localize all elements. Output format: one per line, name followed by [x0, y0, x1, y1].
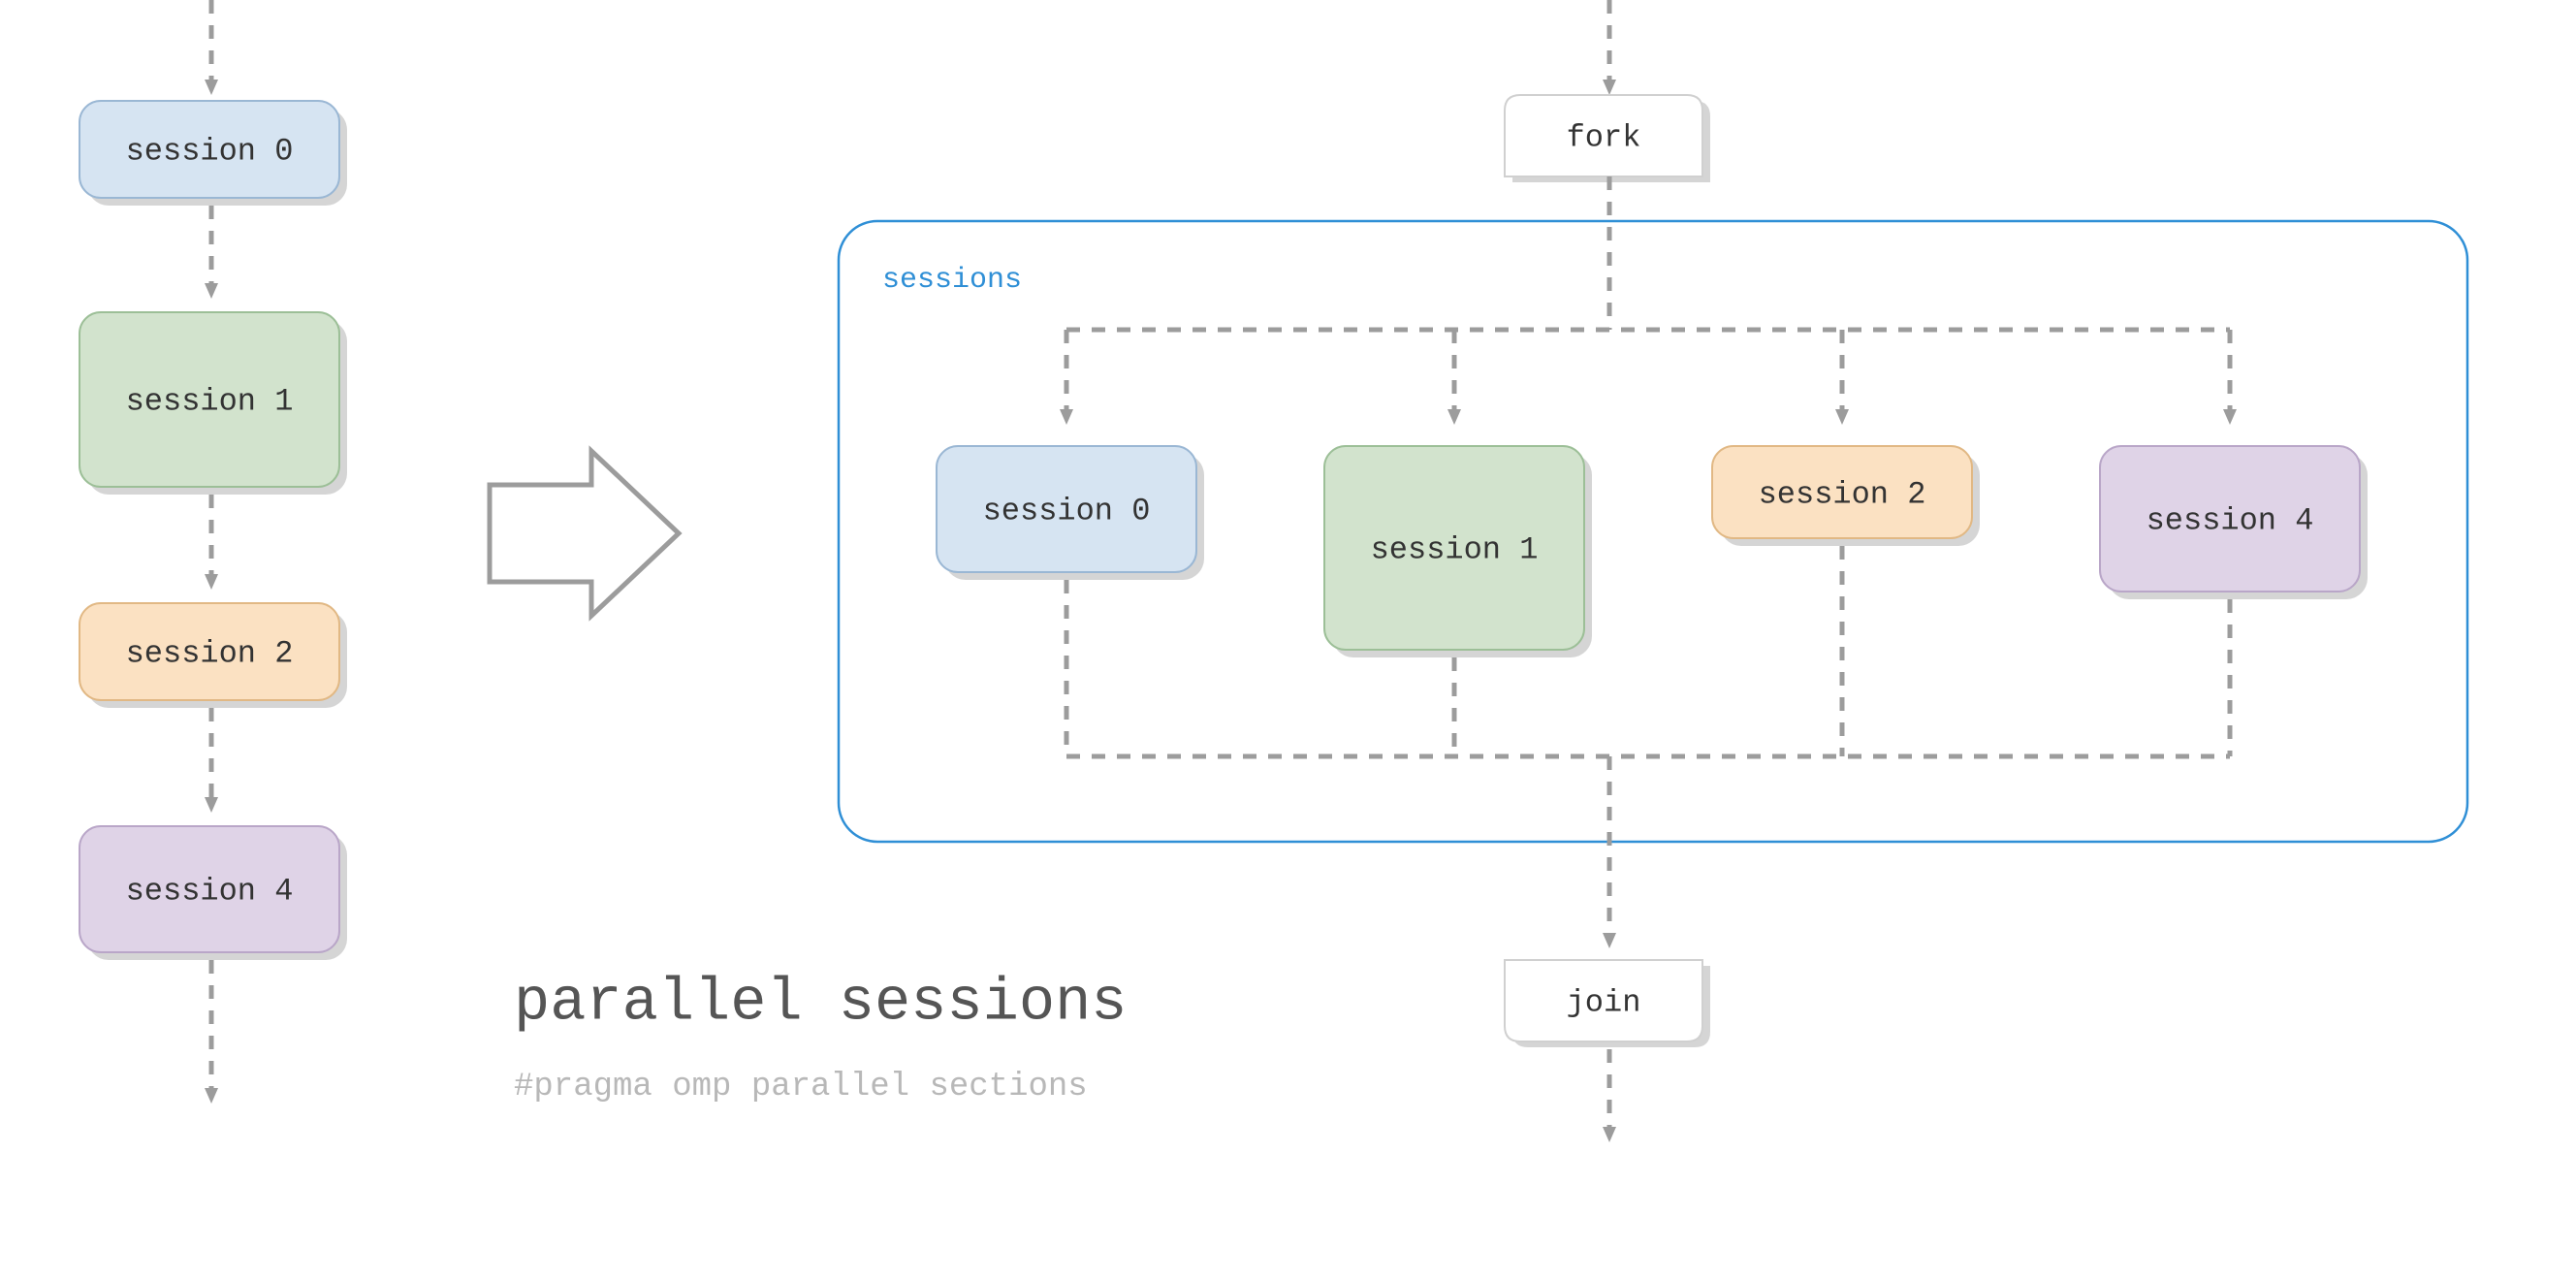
seq-session-1: session 1 — [80, 312, 347, 495]
par-session-4-label: session 4 — [2147, 502, 2314, 538]
diagram-title: parallel sessions — [514, 968, 1128, 1037]
par-session-2: session 2 — [1712, 446, 1980, 546]
parallel-sessions-diagram: session 0 session 1 session 2 session 4 — [0, 0, 2576, 1281]
join-node: join — [1505, 960, 1710, 1047]
seq-session-4: session 4 — [80, 826, 347, 960]
fork-node: fork — [1505, 95, 1710, 182]
parallel-diagram: fork sessions session 0 session 1 — [839, 0, 2467, 1135]
join-label: join — [1567, 984, 1641, 1020]
seq-session-1-label: session 1 — [126, 383, 294, 419]
par-session-1-label: session 1 — [1371, 531, 1539, 567]
par-session-4: session 4 — [2100, 446, 2368, 599]
seq-session-2-label: session 2 — [126, 635, 294, 671]
par-session-0-label: session 0 — [983, 493, 1151, 528]
sequential-column: session 0 session 1 session 2 session 4 — [80, 0, 347, 1096]
sessions-container-label: sessions — [882, 264, 1022, 297]
fork-label: fork — [1567, 119, 1641, 155]
seq-session-4-label: session 4 — [126, 873, 294, 909]
transform-arrow-icon — [490, 451, 679, 616]
seq-session-0: session 0 — [80, 101, 347, 206]
par-session-2-label: session 2 — [1759, 476, 1926, 512]
par-session-0: session 0 — [937, 446, 1204, 580]
par-session-1: session 1 — [1324, 446, 1592, 657]
seq-session-2: session 2 — [80, 603, 347, 708]
seq-session-0-label: session 0 — [126, 133, 294, 169]
diagram-subtitle: #pragma omp parallel sections — [514, 1069, 1088, 1105]
